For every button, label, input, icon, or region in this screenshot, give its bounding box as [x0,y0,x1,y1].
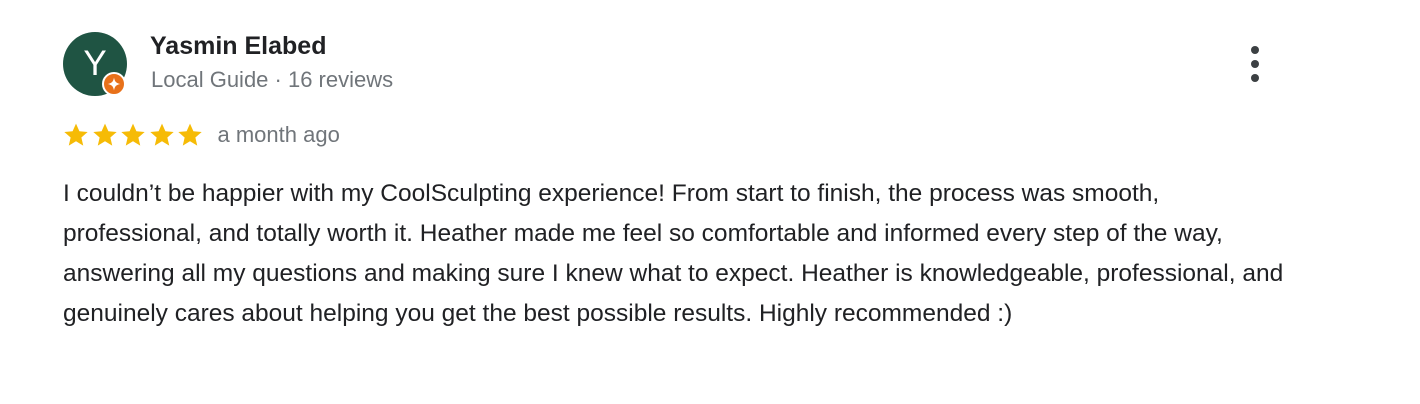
star-icon [119,121,147,149]
review-card: Y Yasmin Elabed Local Guide · 16 reviews… [0,0,1420,404]
reviewer-name[interactable]: Yasmin Elabed [150,32,326,61]
local-guide-badge-icon [102,72,126,96]
rating-row: a month ago [62,120,340,150]
star-icon [148,121,176,149]
avatar[interactable]: Y [63,32,127,96]
review-text: I couldn’t be happier with my CoolSculpt… [63,180,1284,327]
star-icon [91,121,119,149]
star-icon [176,121,204,149]
star-rating [62,121,205,149]
more-options-button[interactable] [1236,42,1276,86]
more-vert-icon [1251,46,1259,54]
reviewer-meta: Local Guide · 16 reviews [151,67,394,92]
review-date: a month ago [217,122,340,147]
star-icon [62,121,90,149]
